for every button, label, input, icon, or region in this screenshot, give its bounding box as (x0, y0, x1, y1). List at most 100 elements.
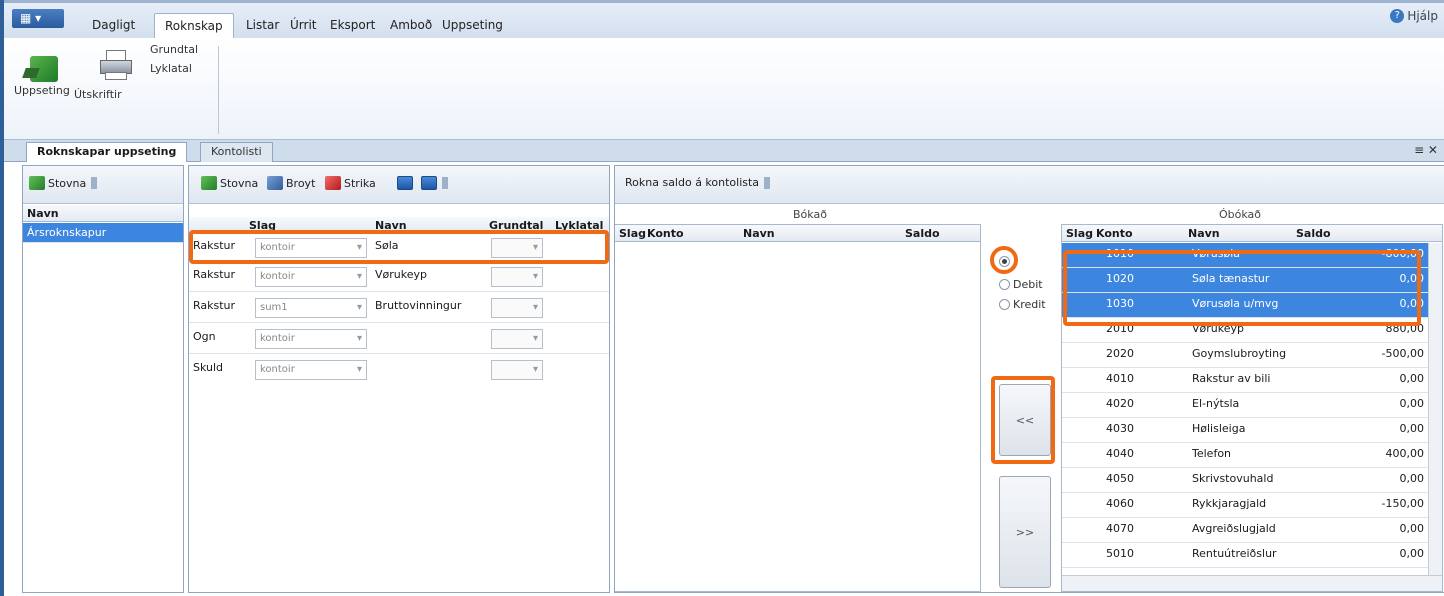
account-konto: 4050 (1106, 472, 1134, 485)
table-row[interactable]: 4060 Rykkjaragjald -150,00 (1062, 493, 1428, 518)
edit-line-label: Broyt (286, 176, 316, 190)
account-saldo: -500,00 (1381, 347, 1424, 360)
vertical-scrollbar[interactable] (1428, 243, 1442, 575)
tab-roknskapar-uppseting[interactable]: Roknskapar uppseting (26, 142, 188, 162)
table-row[interactable]: 4050 Skrivstovuhald 0,00 (1062, 468, 1428, 493)
account-konto: 5010 (1106, 547, 1134, 560)
app-menu-arrow: ▾ (35, 11, 42, 25)
row-type: Rakstur (193, 268, 236, 281)
slag-select[interactable]: kontoir (255, 329, 367, 349)
row-type: Ogn (193, 330, 216, 343)
utskrift-label: Útskriftir (74, 88, 122, 101)
table-row[interactable]: 4010 Rakstur av bili 0,00 (1062, 368, 1428, 393)
account-saldo: 0,00 (1399, 397, 1425, 410)
new-report-label: Stovna (48, 176, 87, 190)
row-navn: Bruttovinningur (375, 299, 462, 312)
table-row[interactable]: 2020 Goymslubroyting -500,00 (1062, 343, 1428, 368)
account-saldo: 0,00 (1399, 547, 1425, 560)
account-navn: El-nýtsla (1192, 397, 1240, 410)
account-saldo: -150,00 (1381, 497, 1424, 510)
left-toolbar: Stovna (23, 166, 183, 204)
account-konto: 4030 (1106, 422, 1134, 435)
grundtal-button[interactable]: Grundtal (150, 43, 198, 56)
account-navn: Hølisleiga (1192, 422, 1246, 435)
list-item[interactable]: Ársroknskapur (23, 223, 183, 243)
new-line-label: Stovna (220, 176, 259, 190)
edit-line-button[interactable]: Broyt (267, 176, 315, 190)
column-slag: Slag (1066, 227, 1093, 240)
toolbar-grip (764, 176, 771, 189)
tab-roknskap[interactable]: Roknskap (154, 13, 234, 41)
account-konto: 4010 (1106, 372, 1134, 385)
radio-kredit[interactable]: Kredit (999, 298, 1046, 311)
account-mapping-panel: Rokna saldo á kontolista Bókað Slag Kont… (614, 165, 1444, 593)
account-konto: 4020 (1106, 397, 1134, 410)
slag-select[interactable]: kontoir (255, 267, 367, 287)
ribbon-tab-bar: ▦ ▾ Dagligt Roknskap Listar Úrrit Ekspor… (4, 0, 1444, 41)
account-navn: Rentuútreiðslur (1192, 547, 1277, 560)
table-row[interactable]: Ogn kontoir (189, 324, 609, 354)
new-line-button[interactable]: Stovna (201, 176, 258, 190)
horizontal-scrollbar[interactable] (1062, 575, 1442, 591)
tab-uppseting[interactable]: Uppseting (432, 13, 513, 41)
table-row[interactable]: Skuld kontoir (189, 355, 609, 385)
tab-dagligt[interactable]: Dagligt (82, 13, 145, 41)
report-list-panel: Stovna Navn Ársroknskapur (22, 165, 184, 593)
table-row[interactable]: 4030 Hølisleiga 0,00 (1062, 418, 1428, 443)
tab-eksport[interactable]: Eksport (320, 13, 385, 41)
tab-kontolisti[interactable]: Kontolisti (200, 142, 273, 162)
radio-debit[interactable]: Debit (999, 278, 1043, 291)
column-saldo: Saldo (1296, 227, 1331, 240)
row-type: Skuld (193, 361, 224, 374)
toolbar-grip (91, 177, 98, 189)
report-lines-panel: Stovna Broyt Strika Slag Navn Grundtal L… (188, 165, 610, 593)
grundtal-select[interactable] (491, 329, 543, 349)
ribbon-panel: Uppseting Útskriftir Grundtal Lyklatal (4, 38, 1444, 140)
highlight-frame-row (189, 230, 609, 264)
table-row[interactable]: 4040 Telefon 400,00 (1062, 443, 1428, 468)
compute-balance-label: Rokna saldo á kontolista (625, 176, 760, 189)
column-saldo: Saldo (905, 227, 940, 240)
report-name: Ársroknskapur (27, 226, 107, 239)
table-row[interactable]: 5010 Rentuútreiðslur 0,00 (1062, 543, 1428, 568)
arrow-down-icon (421, 176, 437, 190)
slag-select[interactable]: kontoir (255, 360, 367, 380)
highlight-frame-move-left (991, 376, 1055, 464)
account-navn: Avgreiðslugjald (1192, 522, 1276, 535)
grundtal-select[interactable] (491, 360, 543, 380)
application-menu-button[interactable]: ▦ ▾ (12, 9, 64, 28)
delete-line-label: Strika (344, 176, 376, 190)
mid-toolbar: Stovna Broyt Strika (189, 166, 609, 204)
table-row[interactable]: Rakstur sum1 Bruttovinningur (189, 293, 609, 323)
uppseting-button[interactable]: Uppseting (8, 42, 70, 122)
account-konto: 4040 (1106, 447, 1134, 460)
new-report-button[interactable]: Stovna (29, 176, 98, 190)
move-down-button[interactable] (421, 176, 448, 190)
table-row[interactable]: 4020 El-nýtsla 0,00 (1062, 393, 1428, 418)
grundtal-select[interactable] (491, 267, 543, 287)
column-navn: Navn (27, 207, 59, 220)
right-toolbar: Rokna saldo á kontolista (615, 166, 1444, 204)
compute-balance-button[interactable]: Rokna saldo á kontolista (625, 176, 771, 189)
account-saldo: 0,00 (1399, 372, 1425, 385)
table-row[interactable]: Rakstur kontoir Vørukeyp (189, 262, 609, 292)
table-row[interactable]: 4070 Avgreiðslugjald 0,00 (1062, 518, 1428, 543)
move-right-button[interactable]: >> (999, 476, 1051, 588)
row-type: Rakstur (193, 299, 236, 312)
utskrift-button[interactable]: Útskriftir (70, 42, 134, 122)
document-tab-strip: Roknskapar uppseting Kontolisti ≡ ✕ (4, 140, 1444, 162)
account-konto: 4060 (1106, 497, 1134, 510)
add-icon (201, 176, 217, 190)
help-button[interactable]: ? Hjálp (1390, 9, 1438, 23)
move-up-button[interactable] (397, 176, 413, 190)
account-saldo: 0,00 (1399, 522, 1425, 535)
grundtal-select[interactable] (491, 298, 543, 318)
delete-line-button[interactable]: Strika (325, 176, 376, 190)
row-navn: Vørukeyp (375, 268, 427, 281)
lyklatal-button[interactable]: Lyklatal (150, 62, 192, 75)
printer-icon (100, 50, 132, 80)
pin-close-icon[interactable]: ≡ ✕ (1414, 143, 1438, 157)
account-navn: Skrivstovuhald (1192, 472, 1274, 485)
slag-select[interactable]: sum1 (255, 298, 367, 318)
account-konto: 4070 (1106, 522, 1134, 535)
